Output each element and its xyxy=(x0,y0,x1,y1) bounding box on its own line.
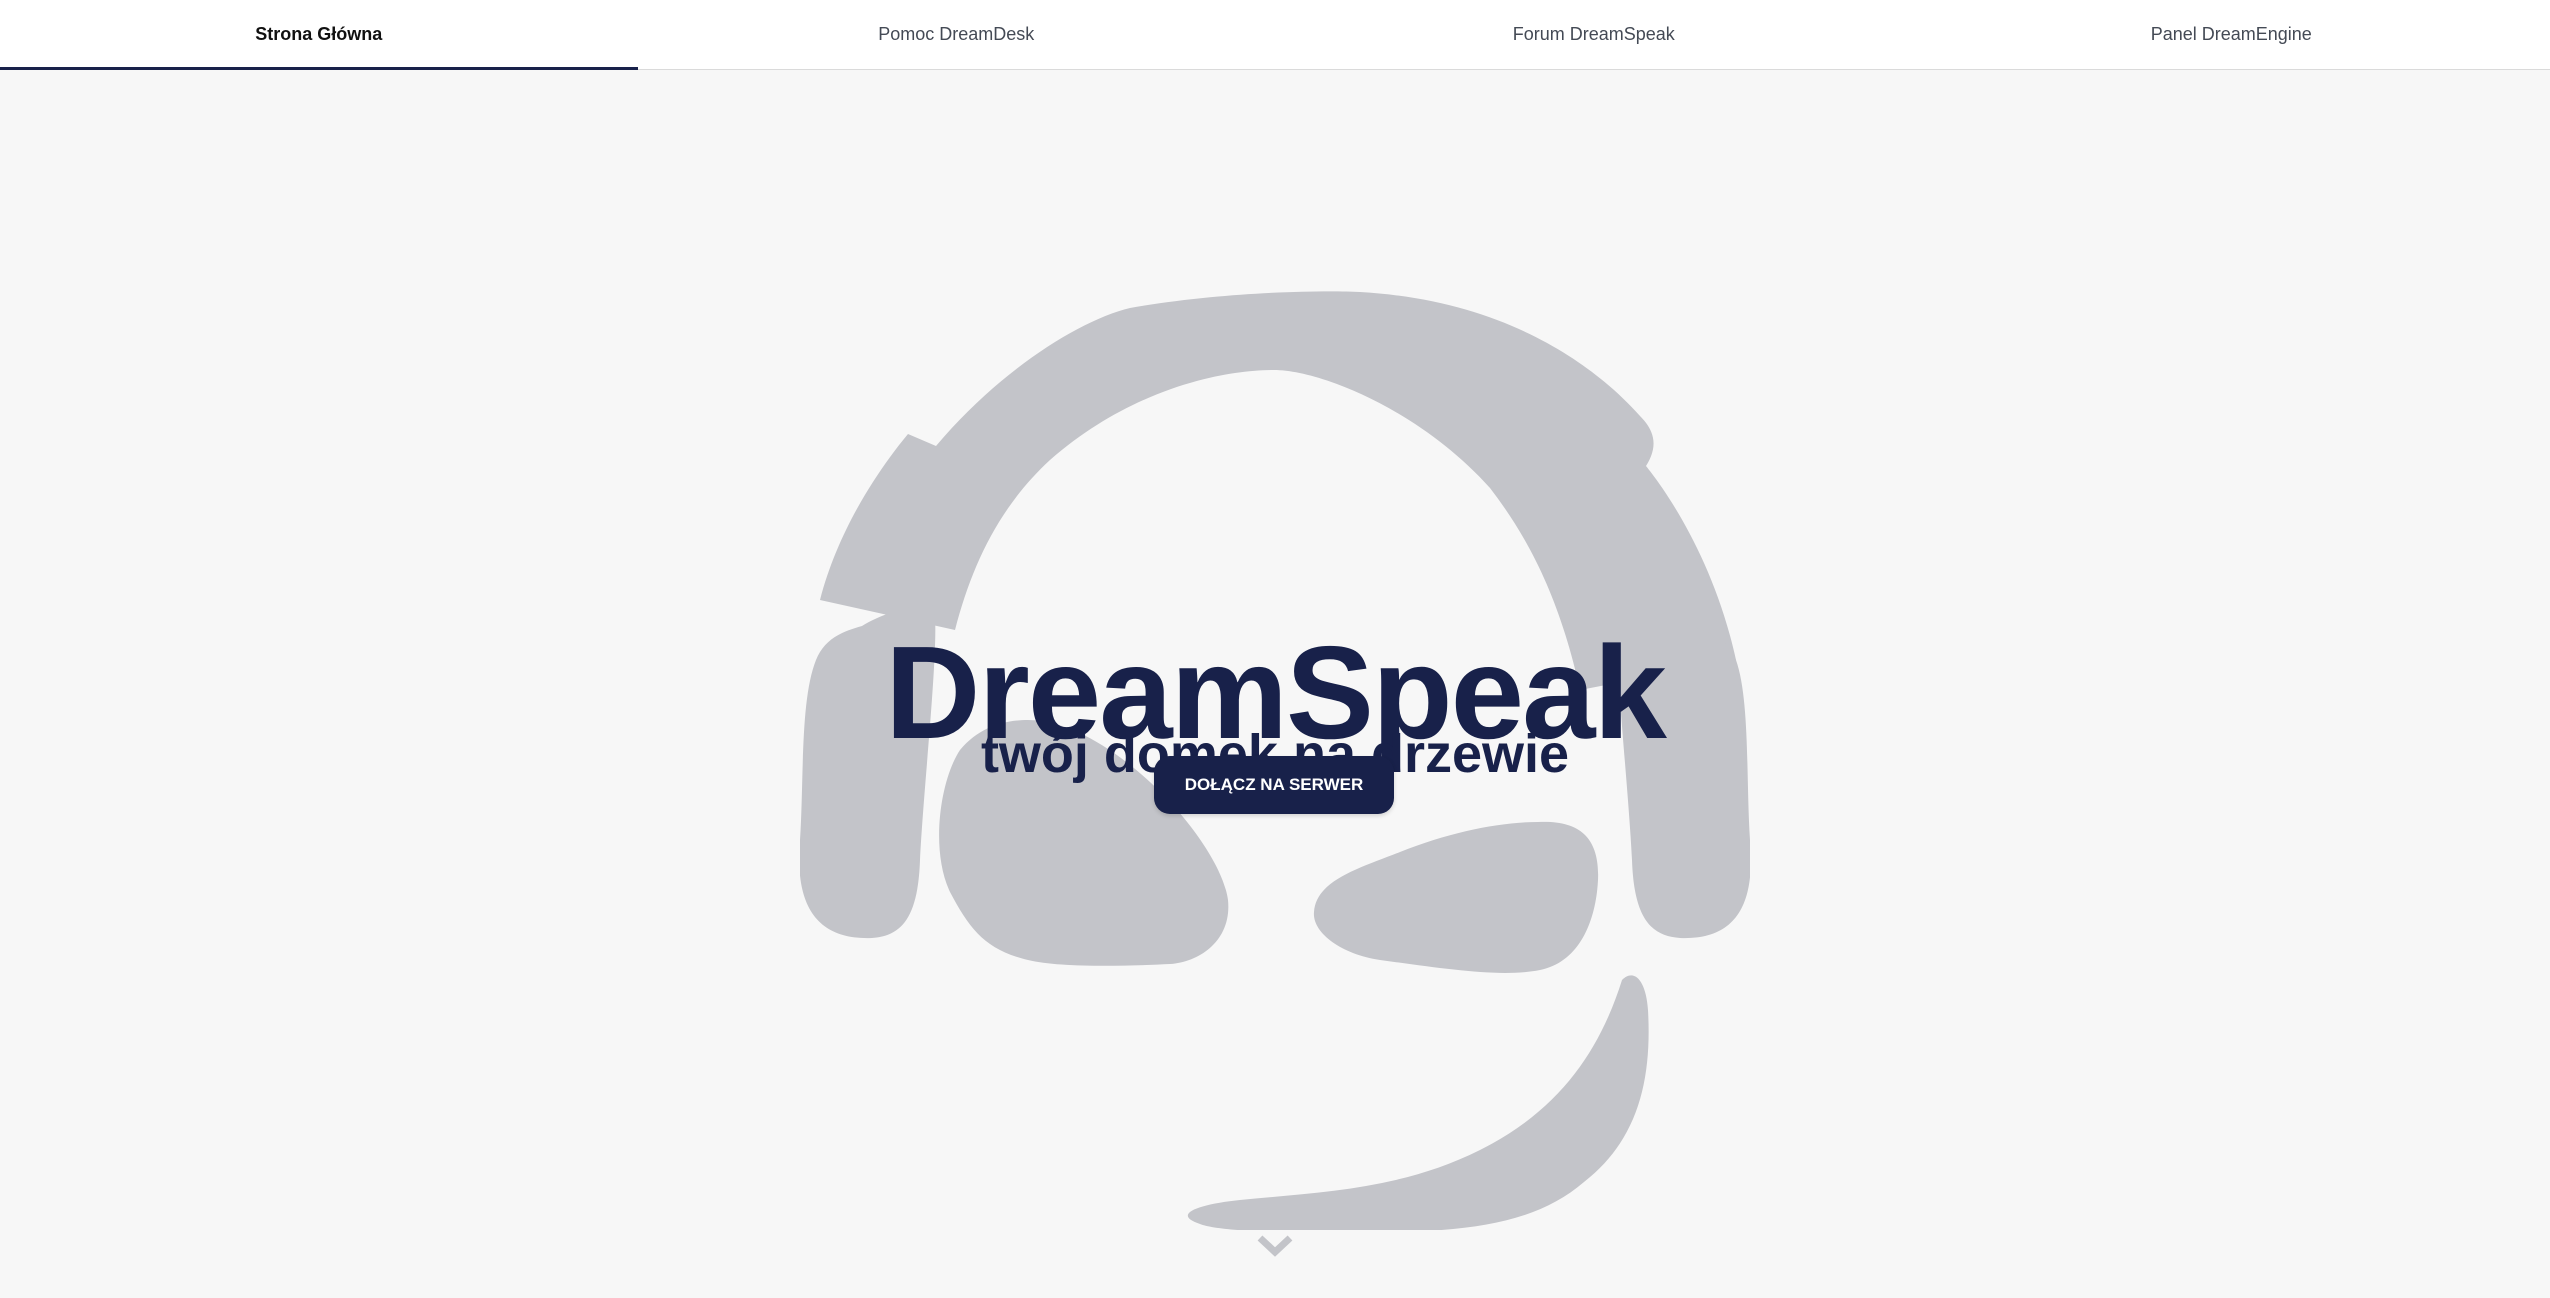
tab-pomoc-dreamdesk[interactable]: Pomoc DreamDesk xyxy=(638,0,1276,69)
chevron-down-icon[interactable] xyxy=(1256,1230,1294,1260)
tab-forum-dreamspeak[interactable]: Forum DreamSpeak xyxy=(1275,0,1913,69)
hero-section: DreamSpeak twój domek na drzewie DOŁĄCZ … xyxy=(0,70,2550,1298)
tab-strona-glowna[interactable]: Strona Główna xyxy=(0,0,638,70)
join-server-button[interactable]: DOŁĄCZ NA SERWER xyxy=(1154,756,1394,814)
top-navigation: Strona Główna Pomoc DreamDesk Forum Drea… xyxy=(0,0,2550,70)
tab-panel-dreamengine[interactable]: Panel DreamEngine xyxy=(1913,0,2550,69)
